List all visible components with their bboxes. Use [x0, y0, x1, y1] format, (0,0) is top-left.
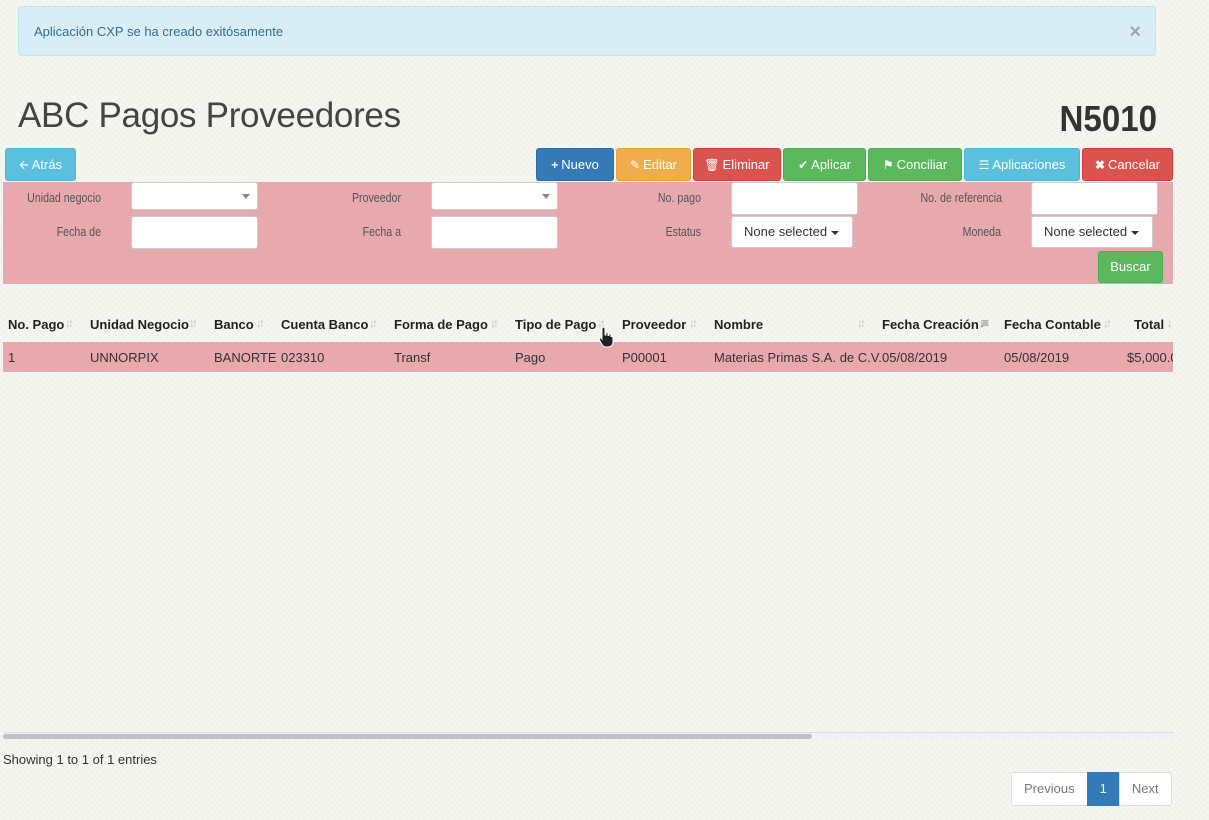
cell-fecha-creacion: 05/08/2019 — [882, 350, 948, 365]
column-header[interactable]: Cuenta Banco — [281, 317, 368, 332]
label-no-referencia: No. de referencia — [920, 191, 1002, 205]
fecha-de-input[interactable] — [131, 216, 258, 249]
label-no-pago: No. pago — [657, 191, 701, 205]
label-unidad-negocio: Unidad negocio — [27, 191, 102, 205]
column-header[interactable]: Unidad Negocio — [90, 317, 189, 332]
label-fecha-de: Fecha de — [56, 225, 101, 239]
edit-button[interactable]: ✎ Editar — [616, 148, 691, 181]
arrow-left-icon: 🡨 — [18, 158, 29, 172]
sort-icon: ↓↑ — [689, 316, 698, 330]
new-button[interactable]: + Nuevo — [536, 148, 614, 181]
cell-nombre: Materias Primas S.A. de C.V. — [714, 350, 882, 365]
sort-icon: ↓↑ — [857, 316, 866, 330]
column-header[interactable]: No. Pago — [8, 317, 64, 332]
label-moneda: Moneda — [962, 225, 1001, 239]
page-title: ABC Pagos Proveedores — [18, 96, 401, 135]
caret-down-icon — [1131, 230, 1140, 235]
sort-icon: ↓ — [1167, 316, 1173, 330]
close-icon[interactable]: × — [1129, 7, 1141, 57]
label-proveedor: Proveedor — [351, 191, 401, 205]
pagination: Previous 1 Next — [1011, 772, 1172, 806]
cell-unidad-negocio: UNNORPIX — [90, 350, 159, 365]
column-header[interactable]: Fecha Contable — [1004, 317, 1101, 332]
next-button[interactable]: Next — [1118, 772, 1172, 806]
label-fecha-a: Fecha a — [362, 225, 401, 239]
cell-total: $5,000.0 — [1127, 350, 1173, 365]
cell-cuenta-banco: 023310 — [281, 350, 325, 365]
caret-down-icon — [831, 230, 840, 235]
sort-icon: ↓↑ — [369, 316, 378, 330]
cell-proveedor: P00001 — [622, 350, 667, 365]
sort-icon: ↓↑ — [490, 316, 499, 330]
sort-icon: ↓↑ — [1103, 316, 1112, 330]
page-1-button[interactable]: 1 — [1086, 772, 1120, 806]
previous-button[interactable]: Previous — [1011, 772, 1088, 806]
table-row[interactable]: 1 UNNORPIX BANORTE 023310 Transf Pago P0… — [3, 342, 1173, 372]
label-estatus: Estatus — [665, 225, 701, 239]
times-icon: ✖ — [1094, 158, 1106, 172]
fecha-a-input[interactable] — [431, 216, 558, 249]
applications-button[interactable]: ☰ Aplicaciones — [964, 148, 1080, 181]
sort-icon: ↓↑ — [256, 316, 265, 330]
column-header[interactable]: Forma de Pago — [394, 317, 488, 332]
cell-tipo-pago: Pago — [515, 350, 546, 365]
success-alert: Aplicación CXP se ha creado exitósamente… — [18, 6, 1156, 56]
cell-forma-pago: Transf — [394, 350, 431, 365]
search-button[interactable]: Buscar — [1098, 251, 1163, 283]
sort-icon: ↓↑ — [189, 316, 198, 330]
proveedor-select[interactable] — [431, 182, 558, 210]
cell-banco: BANORTE — [214, 350, 277, 365]
alert-message: Aplicación CXP se ha creado exitósamente — [34, 24, 284, 39]
column-header[interactable]: Fecha Creación — [882, 317, 979, 332]
moneda-dropdown[interactable]: None selected — [1031, 216, 1153, 248]
sort-icon: ↓↑ — [65, 316, 74, 330]
plus-icon: + — [551, 158, 559, 172]
pencil-icon: ✎ — [629, 158, 641, 172]
delete-button[interactable]: 🗑 Eliminar — [693, 148, 781, 181]
table-header: No. Pago ↓↑ Unidad Negocio ↓↑ Banco ↓↑ C… — [3, 308, 1173, 344]
check-icon: ✔ — [798, 158, 809, 172]
column-header[interactable]: Tipo de Pago — [515, 317, 596, 332]
column-header[interactable]: Proveedor — [622, 317, 686, 332]
cancel-button[interactable]: ✖ Cancelar — [1082, 148, 1173, 181]
column-header[interactable]: Total — [1134, 317, 1164, 332]
sort-desc-icon: ↓≡ — [979, 316, 989, 330]
unidad-negocio-select[interactable] — [131, 182, 258, 210]
no-referencia-input[interactable] — [1031, 182, 1158, 215]
flag-icon: ⚑ — [882, 158, 894, 172]
column-header[interactable]: Banco — [214, 317, 254, 332]
no-pago-input[interactable] — [731, 182, 858, 215]
apply-button[interactable]: ✔ Aplicar — [783, 148, 866, 181]
trash-icon: 🗑 — [704, 158, 720, 172]
page-code: N5010 — [1059, 98, 1157, 139]
hand-cursor-icon — [598, 326, 614, 348]
cell-no-pago: 1 — [8, 350, 16, 365]
scrollbar-thumb[interactable] — [3, 734, 812, 739]
back-button[interactable]: 🡨 Atrás — [5, 148, 76, 181]
column-header[interactable]: Nombre — [714, 317, 763, 332]
reconcile-button[interactable]: ⚑ Conciliar — [868, 148, 962, 181]
cell-fecha-contable: 05/08/2019 — [1004, 350, 1070, 365]
estatus-dropdown[interactable]: None selected — [731, 216, 853, 248]
table-info: Showing 1 to 1 of 1 entries — [3, 752, 157, 767]
list-icon: ☰ — [978, 158, 990, 172]
